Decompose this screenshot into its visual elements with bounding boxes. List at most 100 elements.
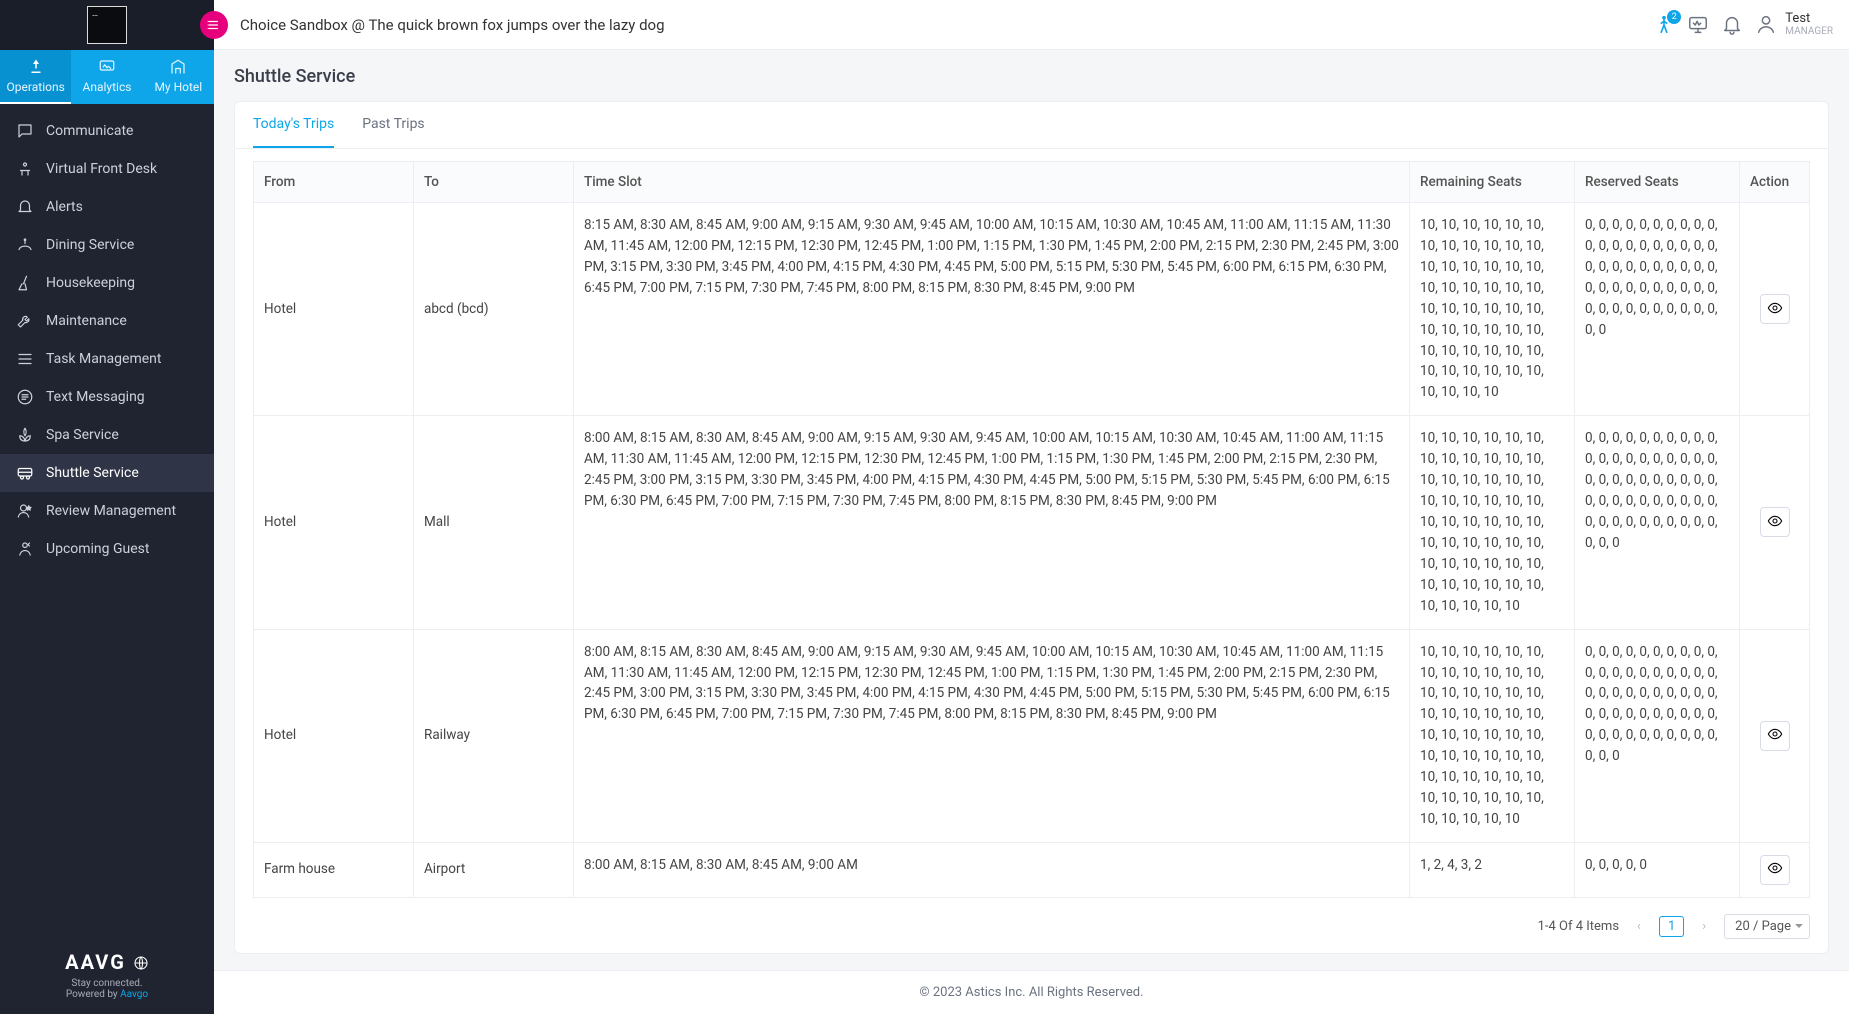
sidebar-item-virtual-front-desk[interactable]: Virtual Front Desk [0, 150, 214, 188]
cell-from: Hotel [254, 416, 414, 629]
sidebar-item-alerts[interactable]: Alerts [0, 188, 214, 226]
topnav-item-my-hotel[interactable]: My Hotel [143, 50, 214, 104]
guest-icon [16, 540, 34, 558]
eye-icon [1767, 860, 1783, 879]
trips-table: FromToTime SlotRemaining SeatsReserved S… [253, 161, 1810, 898]
main-region: Choice Sandbox @ The quick brown fox jum… [214, 0, 1849, 1014]
sidebar-item-upcoming-guest[interactable]: Upcoming Guest [0, 530, 214, 568]
table-row: HotelRailway8:00 AM, 8:15 AM, 8:30 AM, 8… [254, 629, 1810, 842]
brand-logo-icon [87, 6, 127, 44]
column-header: From [254, 162, 414, 203]
sidebar-item-communicate[interactable]: Communicate [0, 112, 214, 150]
sidebar-item-label: Maintenance [46, 313, 127, 329]
table-row: HotelMall8:00 AM, 8:15 AM, 8:30 AM, 8:45… [254, 416, 1810, 629]
toggle-sidebar-button[interactable] [200, 11, 228, 39]
cell-reserved: 0, 0, 0, 0, 0, 0, 0, 0, 0, 0, 0, 0, 0, 0… [1575, 629, 1740, 842]
monitor-icon [1687, 14, 1709, 36]
cell-action [1740, 629, 1810, 842]
sidebar-item-label: Alerts [46, 199, 83, 215]
cell-time-slot: 8:00 AM, 8:15 AM, 8:30 AM, 8:45 AM, 9:00… [574, 416, 1410, 629]
user-name: Test [1785, 12, 1833, 26]
cell-remaining: 1, 2, 4, 3, 2 [1410, 842, 1575, 897]
cell-to: abcd (bcd) [414, 203, 574, 416]
user-text: Test MANAGER [1785, 12, 1833, 37]
desk-icon [16, 160, 34, 178]
cell-time-slot: 8:15 AM, 8:30 AM, 8:45 AM, 9:00 AM, 9:15… [574, 203, 1410, 416]
pagination-summary: 1-4 Of 4 Items [1538, 919, 1619, 934]
sidebar-item-text-messaging[interactable]: Text Messaging [0, 378, 214, 416]
user-role: MANAGER [1785, 26, 1833, 37]
footer-brand-text: AAVG [65, 950, 126, 974]
spa-icon [16, 426, 34, 444]
prev-page-button[interactable]: ‹ [1633, 917, 1645, 936]
cell-reserved: 0, 0, 0, 0, 0, 0, 0, 0, 0, 0, 0, 0, 0, 0… [1575, 416, 1740, 629]
sidebar-footer: AAVG Stay connected. Powered by Aavgo [0, 936, 214, 1014]
cell-to: Railway [414, 629, 574, 842]
sidebar-item-shuttle-service[interactable]: Shuttle Service [0, 454, 214, 492]
cell-remaining: 10, 10, 10, 10, 10, 10, 10, 10, 10, 10, … [1410, 416, 1575, 629]
footer-brand: AAVG [10, 950, 204, 974]
topnav-label: My Hotel [154, 80, 202, 94]
dining-icon [16, 236, 34, 254]
page-size-select[interactable]: 20 / Page [1724, 914, 1810, 939]
side-nav: Communicate Virtual Front Desk Alerts Dinin… [0, 104, 214, 936]
sidebar-item-label: Dining Service [46, 237, 134, 253]
topnav-label: Operations [7, 80, 65, 94]
eye-icon [1767, 726, 1783, 745]
cell-action [1740, 842, 1810, 897]
sidebar-item-task-management[interactable]: Task Management [0, 340, 214, 378]
table-row: Hotelabcd (bcd)8:15 AM, 8:30 AM, 8:45 AM… [254, 203, 1810, 416]
user-menu[interactable]: Test MANAGER [1755, 12, 1833, 37]
footer-powered: Powered by Aavgo [10, 989, 204, 1000]
monitor-button[interactable] [1687, 14, 1709, 36]
sidebar-item-spa-service[interactable]: Spa Service [0, 416, 214, 454]
column-header: Remaining Seats [1410, 162, 1575, 203]
table-row: Farm houseAirport8:00 AM, 8:15 AM, 8:30 … [254, 842, 1810, 897]
content-area: Shuttle Service Today's TripsPast Trips … [214, 50, 1849, 970]
tab-today-s-trips[interactable]: Today's Trips [253, 102, 334, 148]
topnav-icon [168, 58, 188, 76]
view-button[interactable] [1760, 855, 1790, 885]
sidebar-item-dining-service[interactable]: Dining Service [0, 226, 214, 264]
view-button[interactable] [1760, 507, 1790, 537]
cell-from: Hotel [254, 629, 414, 842]
footer-tagline: Stay connected. [10, 978, 204, 989]
cell-action [1740, 416, 1810, 629]
table-wrap: FromToTime SlotRemaining SeatsReserved S… [235, 149, 1828, 906]
card: Today's Trips Past Trips FromToTime SlotR… [234, 101, 1829, 954]
column-header: Action [1740, 162, 1810, 203]
topnav-item-analytics[interactable]: Analytics [71, 50, 142, 104]
alert-bell-icon [16, 198, 34, 216]
cell-reserved: 0, 0, 0, 0, 0, 0, 0, 0, 0, 0, 0, 0, 0, 0… [1575, 203, 1740, 416]
tab-past-trips[interactable]: Past Trips [362, 102, 424, 148]
page-number[interactable]: 1 [1659, 916, 1684, 937]
sidebar-item-review-management[interactable]: Review Management [0, 492, 214, 530]
sidebar-item-label: Virtual Front Desk [46, 161, 157, 177]
cell-action [1740, 203, 1810, 416]
cell-remaining: 10, 10, 10, 10, 10, 10, 10, 10, 10, 10, … [1410, 203, 1575, 416]
module-topnav: Operations Analytics My Hotel [0, 50, 214, 104]
notifications-button[interactable] [1721, 14, 1743, 36]
brand-logo-area [0, 0, 214, 50]
topbar: Choice Sandbox @ The quick brown fox jum… [214, 0, 1849, 50]
sidebar: Operations Analytics My Hotel Communicate V… [0, 0, 214, 1014]
cell-time-slot: 8:00 AM, 8:15 AM, 8:30 AM, 8:45 AM, 9:00… [574, 629, 1410, 842]
list-icon [207, 18, 221, 32]
page-footer: © 2023 Astics Inc. All Rights Reserved. [214, 970, 1849, 1014]
topnav-item-operations[interactable]: Operations [0, 50, 71, 104]
column-header: Reserved Seats [1575, 162, 1740, 203]
walking-badge: 2 [1667, 10, 1681, 24]
sidebar-item-housekeeping[interactable]: Housekeeping [0, 264, 214, 302]
eye-icon [1767, 513, 1783, 532]
footer-powered-link[interactable]: Aavgo [120, 989, 148, 1000]
walking-person-button[interactable]: 2 [1653, 14, 1675, 36]
chat-bubble-icon [16, 122, 34, 140]
sidebar-item-label: Upcoming Guest [46, 541, 149, 557]
view-button[interactable] [1760, 721, 1790, 751]
sidebar-item-label: Communicate [46, 123, 133, 139]
view-button[interactable] [1760, 294, 1790, 324]
sidebar-item-label: Text Messaging [46, 389, 145, 405]
sidebar-item-maintenance[interactable]: Maintenance [0, 302, 214, 340]
shuttle-icon [16, 464, 34, 482]
next-page-button[interactable]: › [1698, 917, 1710, 936]
